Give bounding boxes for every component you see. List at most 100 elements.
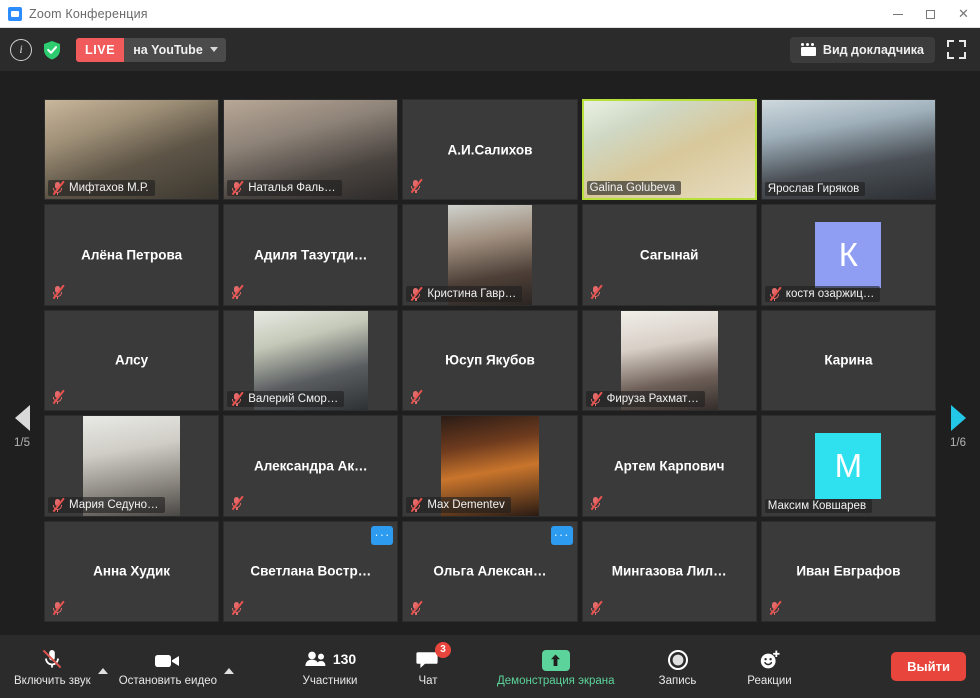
participant-name: Кристина Гавр…	[427, 287, 517, 300]
mute-button-label: Включить звук	[14, 674, 91, 687]
speaker-view-label: Вид докладчика	[822, 42, 924, 57]
participant-name: А.И.Салихов	[447, 142, 533, 158]
participant-name: Сагынай	[639, 247, 699, 263]
participant-tile[interactable]: Ккостя озаржиц…	[760, 204, 936, 306]
microphone-muted-icon	[589, 284, 602, 299]
participant-nameplate: Валерий Смор…	[227, 391, 345, 408]
video-gallery-stage: 1/5 1/6 Мифтахов М.Р. Наталья Фаль… А.И.Са…	[0, 71, 980, 635]
chat-bubble-icon: 3	[416, 641, 451, 671]
participant-nameplate: Ярослав Гиряков	[764, 182, 866, 197]
people-icon: 130	[304, 647, 356, 671]
previous-page-counter: 1/5	[14, 437, 30, 449]
participant-tile[interactable]: Алёна Петрова	[44, 204, 220, 306]
audio-options-button[interactable]	[91, 649, 115, 696]
participant-tile[interactable]: Иван Евграфов	[760, 520, 936, 622]
stop-video-button[interactable]: Остановить еидео	[119, 647, 217, 687]
live-stream-indicator[interactable]: LIVE на YouTube	[76, 37, 226, 62]
participant-name: Валерий Смор…	[248, 393, 339, 406]
chevron-up-icon	[224, 667, 234, 674]
participant-name: Иван Евграфов	[796, 563, 901, 579]
next-page-button[interactable]: 1/6	[938, 405, 978, 449]
stop-video-button-label: Остановить еидео	[118, 674, 217, 687]
participant-tile[interactable]: А.И.Салихов	[402, 99, 578, 201]
avatar: M	[815, 432, 882, 499]
participant-name: Максим Ковшарев	[767, 499, 867, 512]
participant-name: Алсу	[115, 352, 149, 368]
participant-more-options-button[interactable]: ···	[550, 525, 573, 545]
microphone-muted-icon	[51, 600, 65, 615]
participant-name: Карина	[824, 352, 873, 368]
speaker-view-button[interactable]: Вид докладчика	[789, 36, 935, 63]
participants-count: 130	[332, 650, 357, 667]
participant-tile[interactable]: Алсу	[44, 309, 220, 412]
participant-tile[interactable]: Наталья Фаль…	[223, 99, 399, 201]
live-badge: LIVE	[76, 37, 125, 62]
participant-grid: Мифтахов М.Р. Наталья Фаль… А.И.Салихов Gal…	[44, 99, 936, 622]
live-platform-label: на YouTube	[133, 42, 203, 57]
video-options-button[interactable]	[217, 649, 241, 696]
participant-tile[interactable]: Фируза Рахмат…	[581, 309, 757, 412]
participant-tile[interactable]: Светлана Востр… ···	[223, 520, 399, 622]
microphone-muted-icon	[230, 284, 244, 299]
share-screen-up-arrow-icon	[541, 647, 570, 671]
window-title: Zoom Конференция	[29, 6, 148, 21]
camera-icon	[154, 647, 182, 671]
microphone-muted-icon	[51, 389, 65, 405]
window-controls: ✕	[881, 0, 980, 28]
participant-tile[interactable]: Сагынай	[581, 204, 757, 306]
participants-button[interactable]: 130 Участники	[301, 647, 359, 687]
participant-name: Адиля Тазутди…	[254, 247, 368, 263]
participant-tile[interactable]: M Максим Ковшарев	[760, 415, 936, 517]
participant-tile[interactable]: Ольга Алексан… ···	[402, 520, 578, 622]
next-page-counter: 1/6	[950, 437, 966, 449]
fullscreen-icon[interactable]	[947, 40, 966, 59]
live-platform-dropdown[interactable]: на YouTube	[124, 37, 226, 62]
chevron-up-icon	[97, 667, 108, 674]
participant-tile[interactable]: Анна Худик	[44, 520, 220, 622]
participant-nameplate: костя озаржиц…	[764, 285, 881, 302]
microphone-muted-icon	[589, 600, 602, 615]
mute-button[interactable]: Включить звук	[14, 647, 91, 687]
record-circle-icon	[667, 647, 689, 671]
participant-tile[interactable]: Кристина Гавр…	[402, 204, 578, 306]
participant-tile[interactable]: Валерий Смор…	[223, 309, 399, 412]
chevron-left-icon	[14, 405, 30, 431]
participants-button-label: Участники	[302, 674, 358, 687]
smiley-plus-icon	[758, 647, 782, 671]
participant-tile[interactable]: Galina Golubeva	[581, 99, 757, 201]
participant-name: Алёна Петрова	[81, 247, 183, 263]
participant-nameplate: Наталья Фаль…	[227, 180, 342, 197]
participant-tile[interactable]: Юсуп Якубов	[402, 309, 578, 412]
reactions-button[interactable]: Реакции	[741, 647, 799, 687]
participant-tile[interactable]: Карина	[760, 309, 936, 412]
previous-page-button[interactable]: 1/5	[2, 405, 42, 449]
microphone-muted-icon	[409, 497, 423, 512]
participant-name: Мингазова Лил…	[611, 563, 727, 579]
meeting-info-icon[interactable]: i	[10, 38, 32, 61]
microphone-muted-icon	[40, 647, 64, 671]
participant-tile[interactable]: Max Dementev	[402, 415, 578, 517]
chat-button[interactable]: 3 Чат	[399, 641, 457, 687]
minimize-icon[interactable]	[881, 0, 914, 28]
participant-tile[interactable]: Александра Ак…	[223, 415, 399, 517]
close-icon[interactable]: ✕	[947, 0, 980, 28]
participant-tile[interactable]: Адиля Тазутди…	[223, 204, 399, 306]
maximize-icon[interactable]	[914, 0, 947, 28]
participant-tile[interactable]: Ярослав Гиряков	[760, 99, 936, 201]
participant-tile[interactable]: Мингазова Лил…	[581, 520, 757, 622]
share-screen-button[interactable]: Демонстрация экрана	[497, 647, 615, 687]
participant-nameplate: Мифтахов М.Р.	[48, 180, 155, 197]
microphone-muted-icon	[589, 391, 602, 407]
microphone-muted-icon	[768, 600, 782, 615]
microphone-muted-icon	[230, 495, 244, 510]
shield-icon[interactable]	[41, 39, 63, 61]
participant-tile[interactable]: Мифтахов М.Р.	[44, 99, 220, 201]
participant-tile[interactable]: Артем Карпович	[581, 415, 757, 517]
participant-tile[interactable]: Мария Седуно…	[44, 415, 220, 517]
microphone-muted-icon	[51, 284, 65, 299]
participant-more-options-button[interactable]: ···	[371, 525, 394, 545]
record-button[interactable]: Запись	[649, 647, 707, 687]
participant-name: Ярослав Гиряков	[767, 183, 860, 196]
participant-name: костя озаржиц…	[785, 287, 875, 300]
leave-meeting-button[interactable]: Выйти	[891, 652, 966, 681]
